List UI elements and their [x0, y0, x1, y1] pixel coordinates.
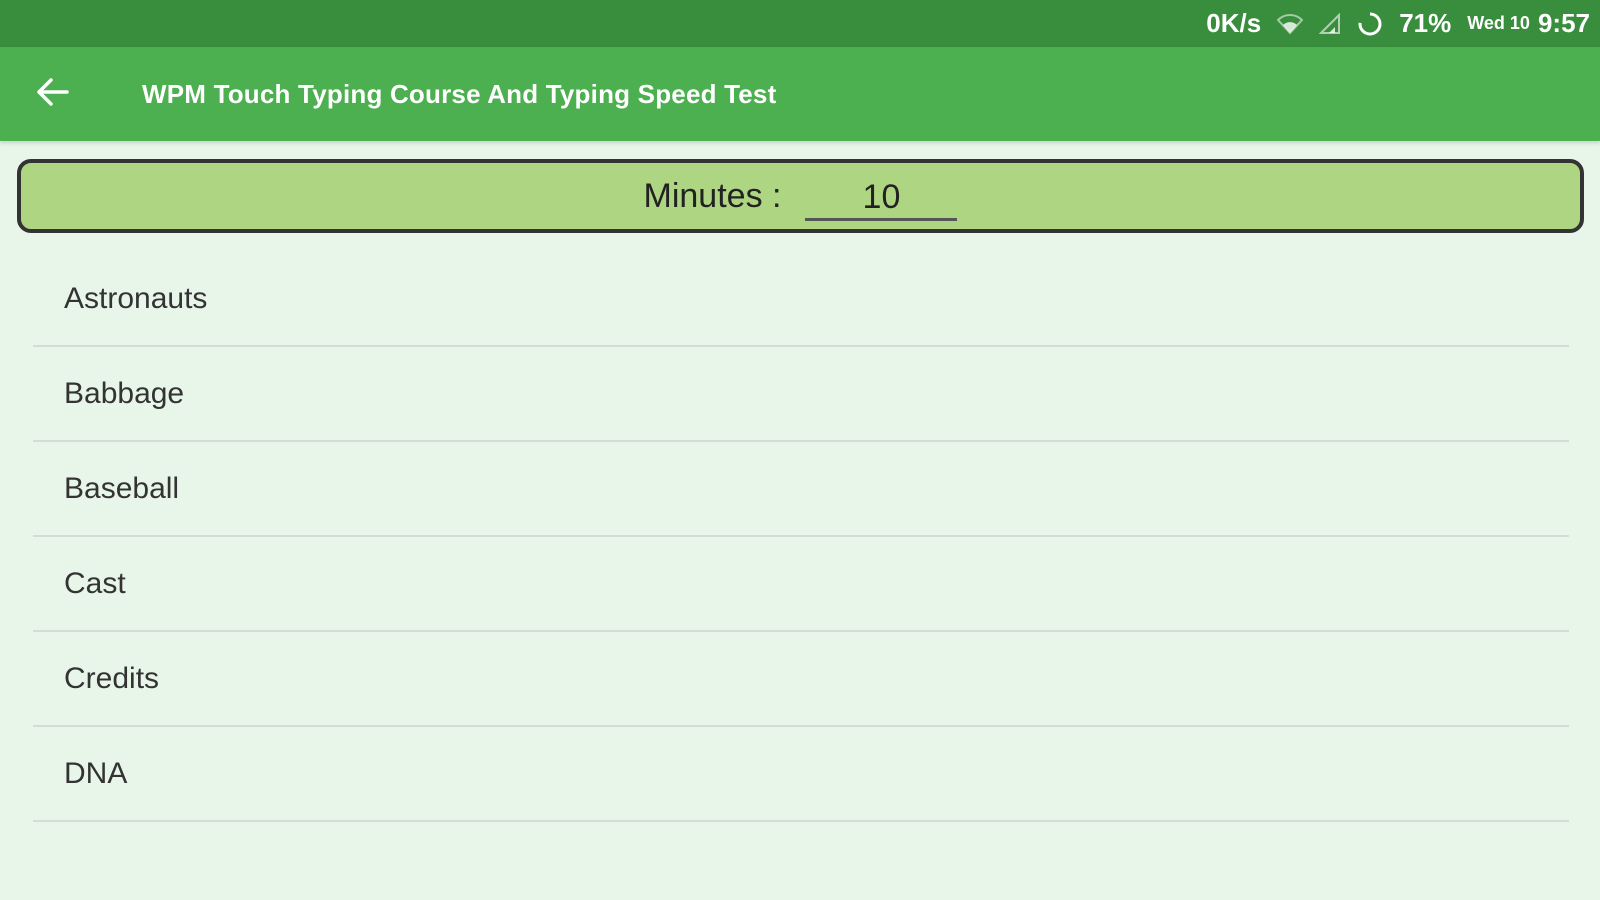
minutes-label: Minutes : [643, 176, 782, 215]
minutes-panel: Minutes : [17, 159, 1584, 233]
list-item-label: Babbage [64, 376, 185, 410]
minutes-input[interactable] [805, 177, 958, 221]
battery-percent: 71% [1399, 8, 1452, 38]
list-item-label: DNA [64, 756, 128, 790]
list-item-label: Cast [64, 566, 126, 600]
battery-icon [1357, 11, 1383, 37]
list-item[interactable]: DNA [33, 727, 1569, 822]
list-item[interactable]: Babbage [33, 347, 1569, 442]
list-item[interactable]: Credits [33, 632, 1569, 727]
status-bar: 0K/s 71% Wed 10 9:57 [0, 0, 1600, 47]
status-time: 9:57 [1537, 8, 1590, 38]
list-item[interactable]: Cast [33, 537, 1569, 632]
signal-icon [1319, 12, 1341, 35]
app-title: WPM Touch Typing Course And Typing Speed… [142, 79, 777, 109]
list-item-label: Astronauts [64, 281, 208, 315]
arrow-left-icon [35, 77, 69, 112]
topic-list: Astronauts Babbage Baseball Cast Credits… [33, 252, 1569, 822]
list-item-label: Baseball [64, 471, 180, 505]
list-item[interactable]: Astronauts [33, 252, 1569, 347]
status-date: Wed 10 [1467, 13, 1530, 33]
back-button[interactable] [30, 72, 74, 116]
network-speed: 0K/s [1206, 8, 1262, 38]
list-item[interactable]: Baseball [33, 442, 1569, 537]
app-bar: WPM Touch Typing Course And Typing Speed… [0, 47, 1600, 141]
list-item-label: Credits [64, 661, 160, 695]
wifi-icon [1277, 13, 1304, 35]
